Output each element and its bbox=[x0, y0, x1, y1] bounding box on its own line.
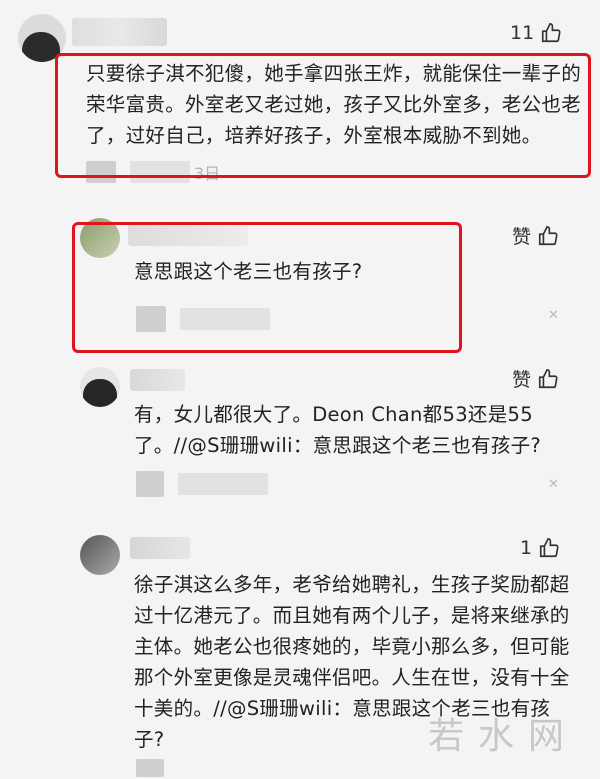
comment-meta bbox=[136, 759, 164, 777]
like-count: 赞 bbox=[512, 226, 532, 248]
avatar-figure bbox=[83, 379, 117, 407]
like-count: 11 bbox=[510, 22, 535, 44]
avatar[interactable] bbox=[80, 535, 120, 575]
more-options-icon[interactable]: ✕ bbox=[548, 477, 559, 492]
thumbs-up-icon bbox=[538, 225, 558, 245]
like-button[interactable]: 11 bbox=[510, 22, 562, 44]
username-blurred bbox=[130, 369, 185, 391]
watermark: 若水网 bbox=[427, 716, 578, 757]
like-button[interactable]: 1 bbox=[520, 537, 560, 559]
highlight-box bbox=[55, 53, 591, 178]
thumbs-up-icon bbox=[538, 368, 558, 388]
thumbs-up-icon bbox=[542, 23, 561, 43]
like-button[interactable]: 赞 bbox=[512, 222, 559, 249]
username-blurred bbox=[130, 537, 190, 559]
avatar[interactable] bbox=[80, 367, 120, 407]
highlight-box bbox=[72, 222, 462, 353]
location-blurred bbox=[136, 471, 164, 497]
name-blurred bbox=[178, 473, 268, 495]
thumbs-up-icon bbox=[540, 538, 559, 558]
like-button[interactable]: 赞 bbox=[512, 365, 559, 392]
comment-meta bbox=[136, 471, 268, 497]
comment-text: 有，女儿都很大了。Deon Chan都53还是55了。//@S珊珊wili：意思… bbox=[134, 403, 542, 457]
username-blurred bbox=[72, 18, 167, 46]
like-count: 1 bbox=[520, 537, 533, 559]
like-count: 赞 bbox=[512, 369, 532, 391]
location-blurred bbox=[136, 759, 164, 777]
comment-3: 赞 有，女儿都很大了。Deon Chan都53还是55了。//@S珊珊wili：… bbox=[0, 355, 600, 520]
more-options-icon[interactable]: ✕ bbox=[548, 308, 559, 323]
